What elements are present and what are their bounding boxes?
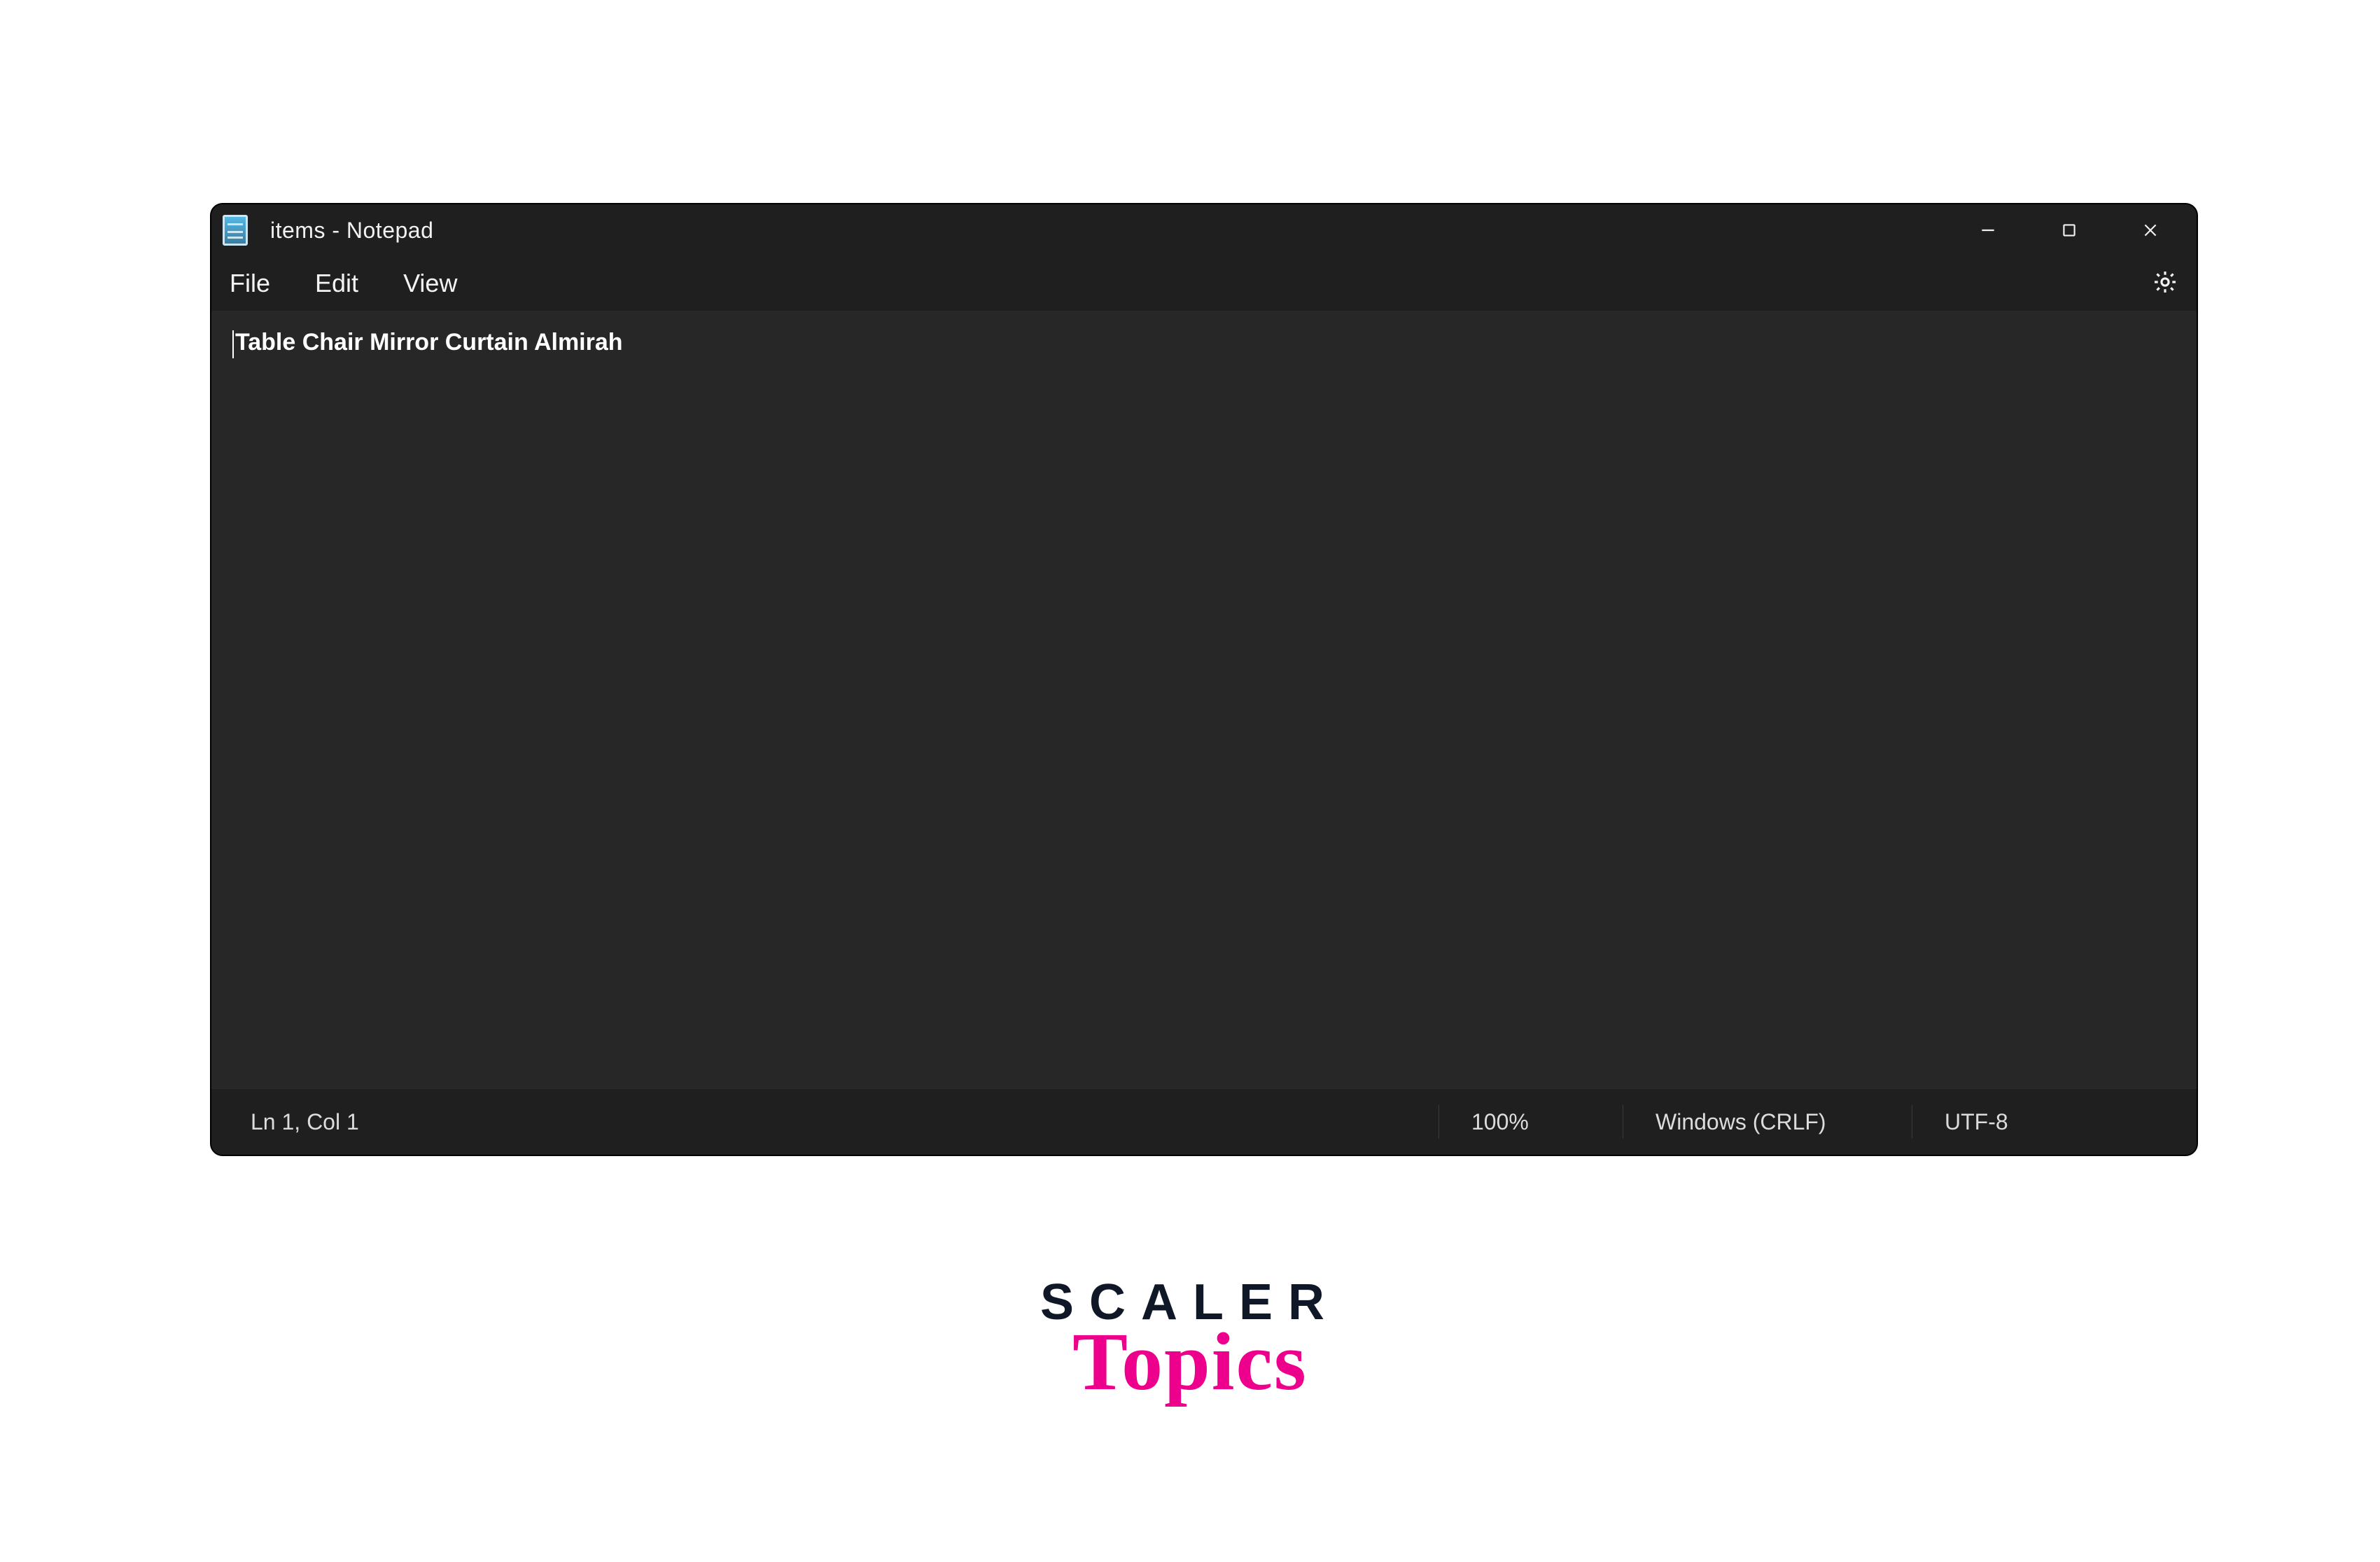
menu-edit[interactable]: Edit — [315, 269, 358, 298]
status-zoom[interactable]: 100% — [1438, 1105, 1623, 1139]
maximize-button[interactable] — [2029, 204, 2110, 256]
status-cursor-position: Ln 1, Col 1 — [211, 1109, 1438, 1135]
notepad-icon — [223, 215, 248, 246]
close-button[interactable] — [2110, 204, 2191, 256]
menu-file[interactable]: File — [230, 269, 270, 298]
menu-view[interactable]: View — [403, 269, 457, 298]
brand-watermark: SCALER Topics — [1040, 1274, 1340, 1409]
brand-line-2: Topics — [1040, 1314, 1340, 1409]
status-encoding[interactable]: UTF-8 — [1912, 1105, 2197, 1139]
menubar: File Edit View — [211, 256, 2197, 311]
titlebar[interactable]: items - Notepad — [211, 204, 2197, 256]
minimize-button[interactable] — [1947, 204, 2029, 256]
editor-content: Table Chair Mirror Curtain Almirah — [235, 329, 2183, 356]
status-bar: Ln 1, Col 1 100% Windows (CRLF) UTF-8 — [211, 1088, 2197, 1155]
notepad-window: items - Notepad File Edit View — [210, 203, 2198, 1156]
text-caret — [232, 330, 234, 358]
text-editor[interactable]: Table Chair Mirror Curtain Almirah — [211, 311, 2197, 1088]
status-line-ending[interactable]: Windows (CRLF) — [1623, 1105, 1912, 1139]
window-title: items - Notepad — [270, 218, 433, 244]
settings-button[interactable] — [2152, 269, 2178, 299]
